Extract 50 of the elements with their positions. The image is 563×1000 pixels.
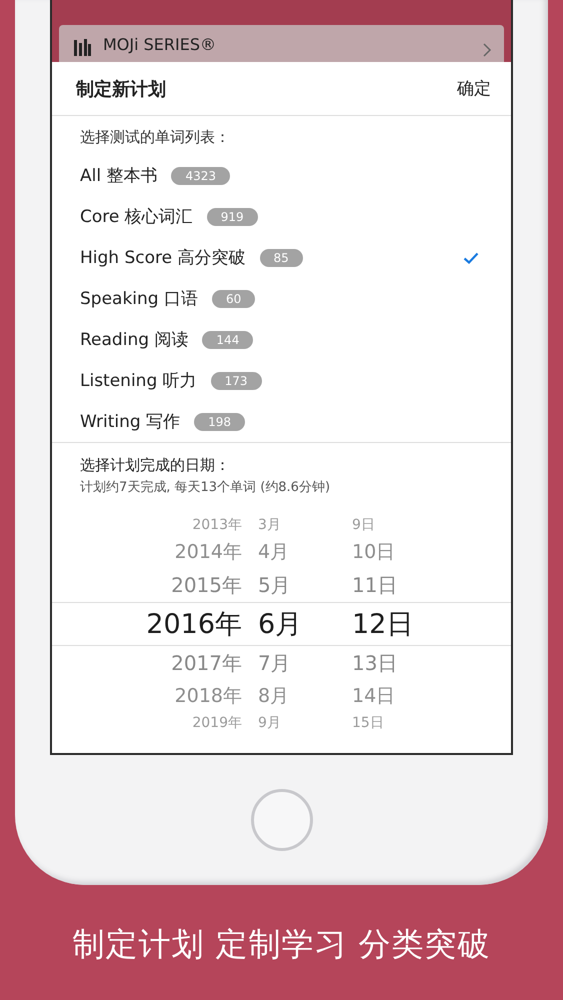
picker-month[interactable]: 8月 <box>242 683 332 709</box>
plan-summary: 计划约7天完成, 每天13个单词 (约8.6分钟) <box>79 479 332 496</box>
picker-year[interactable]: 2018年 <box>174 683 242 709</box>
picker-year[interactable]: 2019年 <box>192 714 242 732</box>
word-list-name: Core 核心词汇 <box>80 206 193 228</box>
picker-day[interactable]: 14日 <box>332 683 511 709</box>
word-list-item[interactable]: Speaking 口语 60 <box>52 278 511 319</box>
picker-year[interactable]: 2015年 <box>171 572 242 598</box>
picker-day[interactable]: 10日 <box>332 539 511 565</box>
sheet-title: 制定新计划 <box>76 78 166 100</box>
word-list-name: High Score 高分突破 <box>80 247 246 269</box>
picker-year[interactable]: 2014年 <box>174 539 242 565</box>
word-list-item[interactable]: Reading 阅读 144 <box>52 319 511 360</box>
word-list-item[interactable]: Listening 听力 173 <box>52 360 511 401</box>
picker-month[interactable]: 6月 <box>242 606 332 642</box>
picker-year[interactable]: 2016年 <box>146 606 242 642</box>
banner-title: MOJi SERIES® <box>103 35 218 54</box>
chevron-icon <box>483 43 492 57</box>
word-list-item[interactable]: Writing 写作 198 <box>52 401 511 442</box>
word-list-name: Writing 写作 <box>80 411 180 433</box>
count-badge: 60 <box>212 290 256 308</box>
picker-month[interactable]: 7月 <box>242 650 332 676</box>
word-list-name: All 整本书 <box>80 165 158 187</box>
count-badge: 144 <box>202 330 254 348</box>
count-badge: 198 <box>194 412 246 430</box>
word-list-name: Speaking 口语 <box>80 288 198 310</box>
section-label: 选择测试的单词列表： <box>79 127 231 148</box>
word-list-item[interactable]: Core 核心词汇 919 <box>52 196 511 237</box>
picker-month[interactable]: 5月 <box>242 572 332 598</box>
count-badge: 4323 <box>171 166 230 184</box>
books-icon <box>73 37 93 57</box>
section-label: 选择计划完成的日期： <box>79 455 231 475</box>
picker-month[interactable]: 3月 <box>242 516 332 534</box>
word-list-name: Listening 听力 <box>80 370 197 392</box>
picker-day[interactable]: 13日 <box>332 650 511 676</box>
count-badge: 919 <box>206 208 258 226</box>
picker-day[interactable]: 15日 <box>332 714 511 732</box>
picker-day[interactable]: 11日 <box>332 572 511 598</box>
picker-day[interactable]: 9日 <box>332 516 511 534</box>
word-list-item[interactable]: All 整本书 4323 <box>52 155 511 196</box>
word-list-name: Reading 阅读 <box>80 329 188 351</box>
count-badge: 173 <box>210 372 262 390</box>
word-list-item[interactable]: High Score 高分突破 85 <box>52 237 511 278</box>
caption-text: 制定计划 定制学习 分类突破 <box>71 924 492 965</box>
count-badge: 85 <box>260 248 303 266</box>
picker-month[interactable]: 4月 <box>242 539 332 565</box>
picker-month[interactable]: 9月 <box>242 714 332 732</box>
picker-day[interactable]: 12日 <box>332 606 511 642</box>
picker-year[interactable]: 2013年 <box>192 516 242 534</box>
picker-year[interactable]: 2017年 <box>171 650 242 676</box>
